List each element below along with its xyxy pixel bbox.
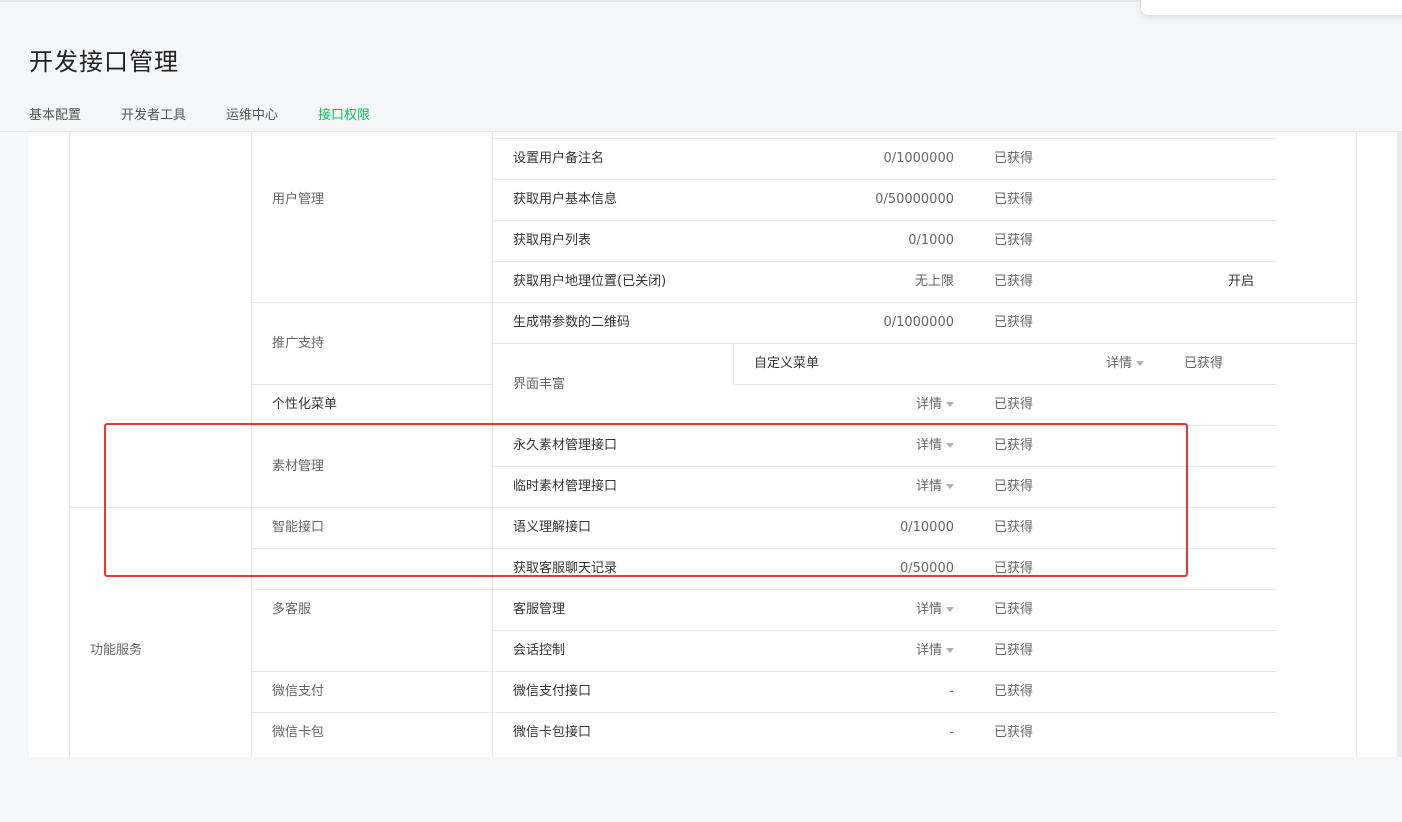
tab-bar: 基本配置 开发者工具 运维中心 接口权限 [29, 104, 410, 133]
detail-dropdown[interactable]: 详情 [916, 437, 955, 455]
col-divider [251, 132, 252, 757]
detail-label: 详情 [916, 438, 943, 453]
row-divider [492, 220, 1276, 221]
detail-dropdown[interactable]: 详情 [916, 642, 955, 660]
api-name: 获取客服聊天记录 [513, 561, 618, 576]
api-quota: 0/50000000 [875, 192, 954, 207]
api-status: 已获得 [994, 479, 1034, 494]
detail-label: 详情 [916, 643, 943, 658]
tab-api-permissions[interactable]: 接口权限 [318, 104, 371, 133]
row-divider [492, 630, 1276, 631]
api-status: 已获得 [994, 151, 1034, 166]
chevron-down-icon [1136, 361, 1145, 366]
page-title: 开发接口管理 [29, 48, 179, 76]
row-divider [251, 384, 492, 385]
col-divider [733, 343, 734, 384]
api-status: 已获得 [994, 561, 1034, 576]
row-divider [733, 384, 1276, 385]
group-label-personal-menu: 个性化菜单 [272, 397, 338, 412]
row-divider [251, 302, 1356, 303]
detail-dropdown[interactable]: 详情 [916, 601, 955, 619]
api-name: 会话控制 [513, 643, 566, 658]
api-quota: 无上限 [914, 274, 954, 289]
api-status: 已获得 [994, 520, 1034, 535]
row-divider [492, 138, 1276, 139]
group-label-promotion: 推广支持 [272, 336, 325, 351]
api-name: 微信支付接口 [513, 684, 592, 699]
api-status: 已获得 [994, 643, 1034, 658]
api-status: 已获得 [1184, 356, 1224, 371]
api-status: 已获得 [994, 438, 1034, 453]
col-divider [492, 132, 493, 757]
detail-label: 详情 [1106, 356, 1133, 371]
scrollbar-track[interactable] [1397, 132, 1402, 757]
row-divider [492, 261, 1276, 262]
api-quota: - [949, 725, 954, 740]
api-name: 临时素材管理接口 [513, 479, 618, 494]
detail-dropdown[interactable]: 详情 [916, 478, 955, 496]
api-status: 已获得 [994, 602, 1034, 617]
detail-label: 详情 [916, 602, 943, 617]
row-divider [69, 507, 1276, 508]
api-status: 已获得 [994, 274, 1034, 289]
col-divider [1356, 132, 1357, 757]
tab-developer-tools[interactable]: 开发者工具 [121, 104, 186, 131]
group-label-wxcard: 微信卡包 [272, 725, 325, 740]
api-status: 已获得 [994, 725, 1034, 740]
row-divider [251, 425, 1276, 426]
chevron-down-icon [946, 443, 955, 448]
api-name: 获取用户列表 [513, 233, 592, 248]
api-name: 微信卡包接口 [513, 725, 592, 740]
group-label-user-mgmt: 用户管理 [272, 192, 325, 207]
api-name: 生成带参数的二维码 [513, 315, 631, 330]
enable-location-link[interactable]: 开启 [1228, 273, 1254, 291]
tab-basic-config[interactable]: 基本配置 [29, 104, 81, 131]
row-divider [251, 671, 1276, 672]
group-label-smart: 智能接口 [272, 520, 325, 535]
api-quota: 0/1000000 [883, 151, 954, 166]
detail-dropdown[interactable]: 详情 [916, 396, 955, 414]
chevron-down-icon [946, 607, 955, 612]
api-name: 语义理解接口 [513, 520, 592, 535]
tab-ops-center[interactable]: 运维中心 [226, 104, 278, 131]
row-divider [492, 466, 1276, 467]
api-quota: - [949, 684, 954, 699]
api-name: 客服管理 [513, 602, 566, 617]
api-status: 已获得 [994, 315, 1034, 330]
detail-dropdown[interactable]: 详情 [1106, 355, 1145, 373]
api-quota: 0/1000 [908, 233, 954, 248]
chevron-down-icon [946, 402, 955, 407]
api-status: 已获得 [994, 397, 1034, 412]
api-quota: 0/1000000 [883, 315, 954, 330]
row-divider [251, 589, 1276, 590]
row-divider [492, 343, 1356, 344]
api-name: 自定义菜单 [754, 356, 820, 371]
api-quota: 0/50000 [899, 561, 954, 576]
api-status: 已获得 [994, 192, 1034, 207]
account-popover [1140, 0, 1402, 16]
api-quota: 0/10000 [899, 520, 954, 535]
group-label-material: 素材管理 [272, 459, 325, 474]
row-divider [251, 548, 1276, 549]
api-status: 已获得 [994, 684, 1034, 699]
group-label-multi-cs: 多客服 [272, 602, 312, 617]
permissions-table: 功能服务 用户管理 推广支持 个性化菜单 素材管理 智能接口 多客服 微信支付 … [29, 132, 1402, 757]
detail-label: 详情 [916, 397, 943, 412]
row-divider [492, 179, 1276, 180]
api-name: 获取用户基本信息 [513, 192, 618, 207]
col-divider [69, 132, 70, 757]
api-name: 获取用户地理位置(已关闭) [513, 274, 667, 289]
chevron-down-icon [946, 484, 955, 489]
category-label: 功能服务 [90, 643, 143, 658]
api-status: 已获得 [994, 233, 1034, 248]
api-name: 设置用户备注名 [513, 151, 605, 166]
api-name: 永久素材管理接口 [513, 438, 618, 453]
chevron-down-icon [946, 648, 955, 653]
group-label-wxpay: 微信支付 [272, 684, 325, 699]
group-label-ui-rich: 界面丰富 [513, 377, 566, 392]
row-divider [251, 712, 1276, 713]
detail-label: 详情 [916, 479, 943, 494]
